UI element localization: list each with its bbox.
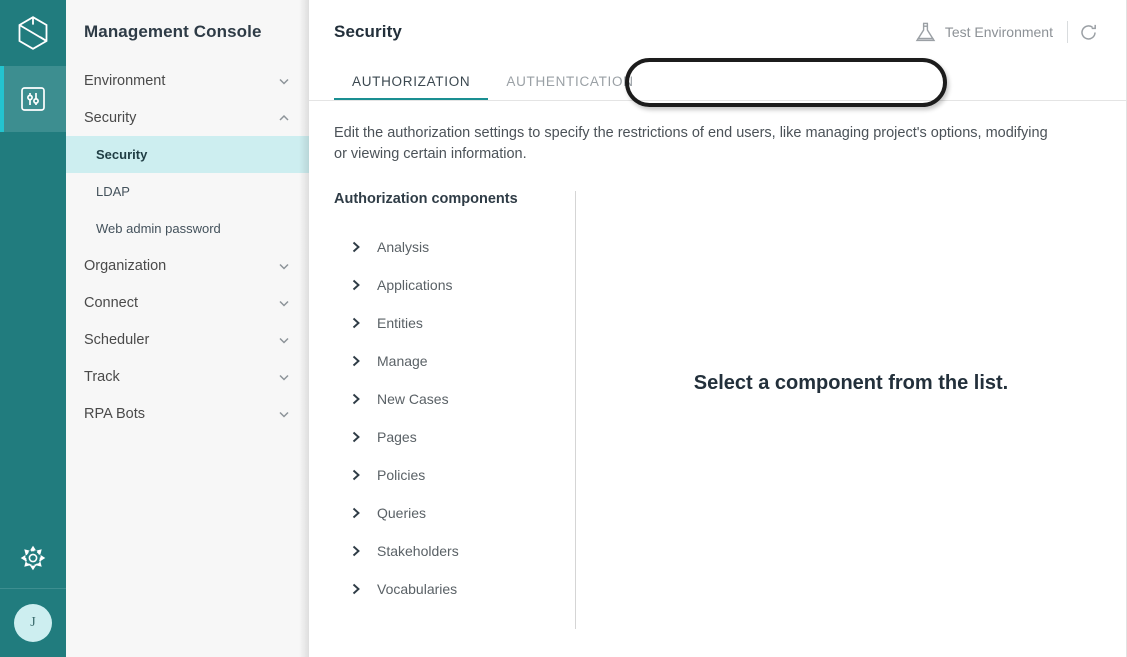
chevron-up-icon	[277, 111, 291, 125]
sidebar-item-label: Environment	[84, 72, 166, 89]
component-item-label: Manage	[377, 353, 428, 369]
refresh-icon	[1079, 23, 1098, 42]
tab-label: AUTHORIZATION	[352, 74, 471, 89]
component-item-label: Policies	[377, 467, 426, 483]
component-item-analysis[interactable]: Analysis	[334, 228, 575, 266]
component-detail-panel: Select a component from the list.	[576, 191, 1126, 629]
component-item-label: New Cases	[377, 391, 449, 407]
component-item-applications[interactable]: Applications	[334, 266, 575, 304]
user-avatar-button[interactable]: J	[0, 589, 66, 657]
sidebar-item-rpa-bots[interactable]: RPA Bots	[66, 395, 309, 432]
sidebar-item-label: Connect	[84, 294, 139, 311]
tab-label: AUTHENTICATION	[506, 74, 634, 89]
cube-logo-icon	[16, 15, 50, 51]
main-topbar: Security Test Environment	[309, 0, 1126, 64]
gear-icon	[19, 544, 47, 572]
component-item-manage[interactable]: Manage	[334, 342, 575, 380]
chevron-down-icon	[277, 74, 291, 88]
page-title: Security	[334, 22, 402, 41]
topbar-actions: Test Environment	[915, 17, 1108, 47]
chevron-right-icon	[351, 506, 362, 520]
sidebar-nav: Environment Security Security LDAP Web a…	[66, 62, 309, 432]
chevron-right-icon	[351, 278, 362, 292]
component-item-policies[interactable]: Policies	[334, 456, 575, 494]
component-item-stakeholders[interactable]: Stakeholders	[334, 532, 575, 570]
sidebar-item-security[interactable]: Security	[66, 99, 309, 136]
chevron-down-icon	[277, 370, 291, 384]
chevron-down-icon	[277, 333, 291, 347]
sidebar: Management Console Environment Security …	[66, 0, 309, 657]
component-item-label: Stakeholders	[377, 543, 459, 559]
component-item-label: Entities	[377, 315, 423, 331]
component-item-new-cases[interactable]: New Cases	[334, 380, 575, 418]
sidebar-item-track[interactable]: Track	[66, 358, 309, 395]
sidebar-subitem-ldap[interactable]: LDAP	[66, 173, 309, 210]
tab-authentication[interactable]: AUTHENTICATION	[488, 74, 651, 100]
rail-spacer	[0, 132, 66, 527]
tab-authorization[interactable]: AUTHORIZATION	[334, 74, 489, 100]
sidebar-item-label: Scheduler	[84, 331, 150, 348]
chevron-right-icon	[351, 392, 362, 406]
rail-item-settings[interactable]	[0, 66, 66, 132]
chevron-right-icon	[351, 430, 362, 444]
sidebar-subitem-security[interactable]: Security	[66, 136, 309, 173]
sidebar-subitem-label: Web admin password	[96, 221, 221, 236]
content-area: Authorization components Analysis Applic…	[309, 191, 1126, 629]
chevron-right-icon	[351, 354, 362, 368]
environment-label: Test Environment	[944, 24, 1053, 40]
chevron-right-icon	[351, 544, 362, 558]
component-item-entities[interactable]: Entities	[334, 304, 575, 342]
sidebar-item-label: RPA Bots	[84, 405, 145, 422]
component-item-label: Vocabularies	[377, 581, 458, 597]
component-item-pages[interactable]: Pages	[334, 418, 575, 456]
sidebar-item-label: Track	[84, 368, 120, 385]
detail-placeholder: Select a component from the list.	[693, 372, 1009, 394]
main-content: Security Test Environment AUTHORIZATION …	[309, 0, 1127, 657]
component-item-label: Analysis	[377, 239, 430, 255]
sidebar-item-label: Security	[84, 109, 137, 126]
sidebar-item-label: Organization	[84, 257, 167, 274]
sidebar-title: Management Console	[84, 22, 262, 41]
chevron-down-icon	[277, 407, 291, 421]
component-item-label: Pages	[377, 429, 417, 445]
chevron-right-icon	[351, 316, 362, 330]
sidebar-item-organization[interactable]: Organization	[66, 247, 309, 284]
sidebar-subitem-label: LDAP	[96, 184, 130, 199]
environment-indicator[interactable]: Test Environment	[915, 21, 1067, 43]
sidebar-subitem-web-admin-password[interactable]: Web admin password	[66, 210, 309, 247]
components-panel: Authorization components Analysis Applic…	[309, 191, 576, 629]
chevron-right-icon	[351, 240, 362, 254]
avatar: J	[14, 604, 52, 642]
page-description: Edit the authorization settings to speci…	[334, 125, 1048, 162]
component-item-vocabularies[interactable]: Vocabularies	[334, 570, 575, 608]
component-item-label: Applications	[377, 277, 453, 293]
sidebar-item-scheduler[interactable]: Scheduler	[66, 321, 309, 358]
refresh-button[interactable]	[1068, 17, 1108, 47]
flask-icon	[915, 21, 936, 43]
icon-rail: J	[0, 0, 66, 657]
chevron-down-icon	[277, 296, 291, 310]
sidebar-item-environment[interactable]: Environment	[66, 62, 309, 99]
app-logo-button[interactable]	[0, 0, 66, 66]
sidebar-subitem-label: Security	[96, 147, 148, 162]
sliders-icon	[18, 84, 48, 114]
component-item-label: Queries	[377, 505, 427, 521]
tab-bar: AUTHORIZATION AUTHENTICATION	[309, 64, 1126, 101]
chevron-down-icon	[277, 259, 291, 273]
app-window: J Management Console Environment Securit…	[0, 0, 1127, 657]
sidebar-item-connect[interactable]: Connect	[66, 284, 309, 321]
components-heading: Authorization components	[334, 191, 518, 207]
chevron-right-icon	[351, 468, 362, 482]
rail-settings-button[interactable]	[0, 527, 66, 589]
component-item-queries[interactable]: Queries	[334, 494, 575, 532]
chevron-right-icon	[351, 582, 362, 596]
